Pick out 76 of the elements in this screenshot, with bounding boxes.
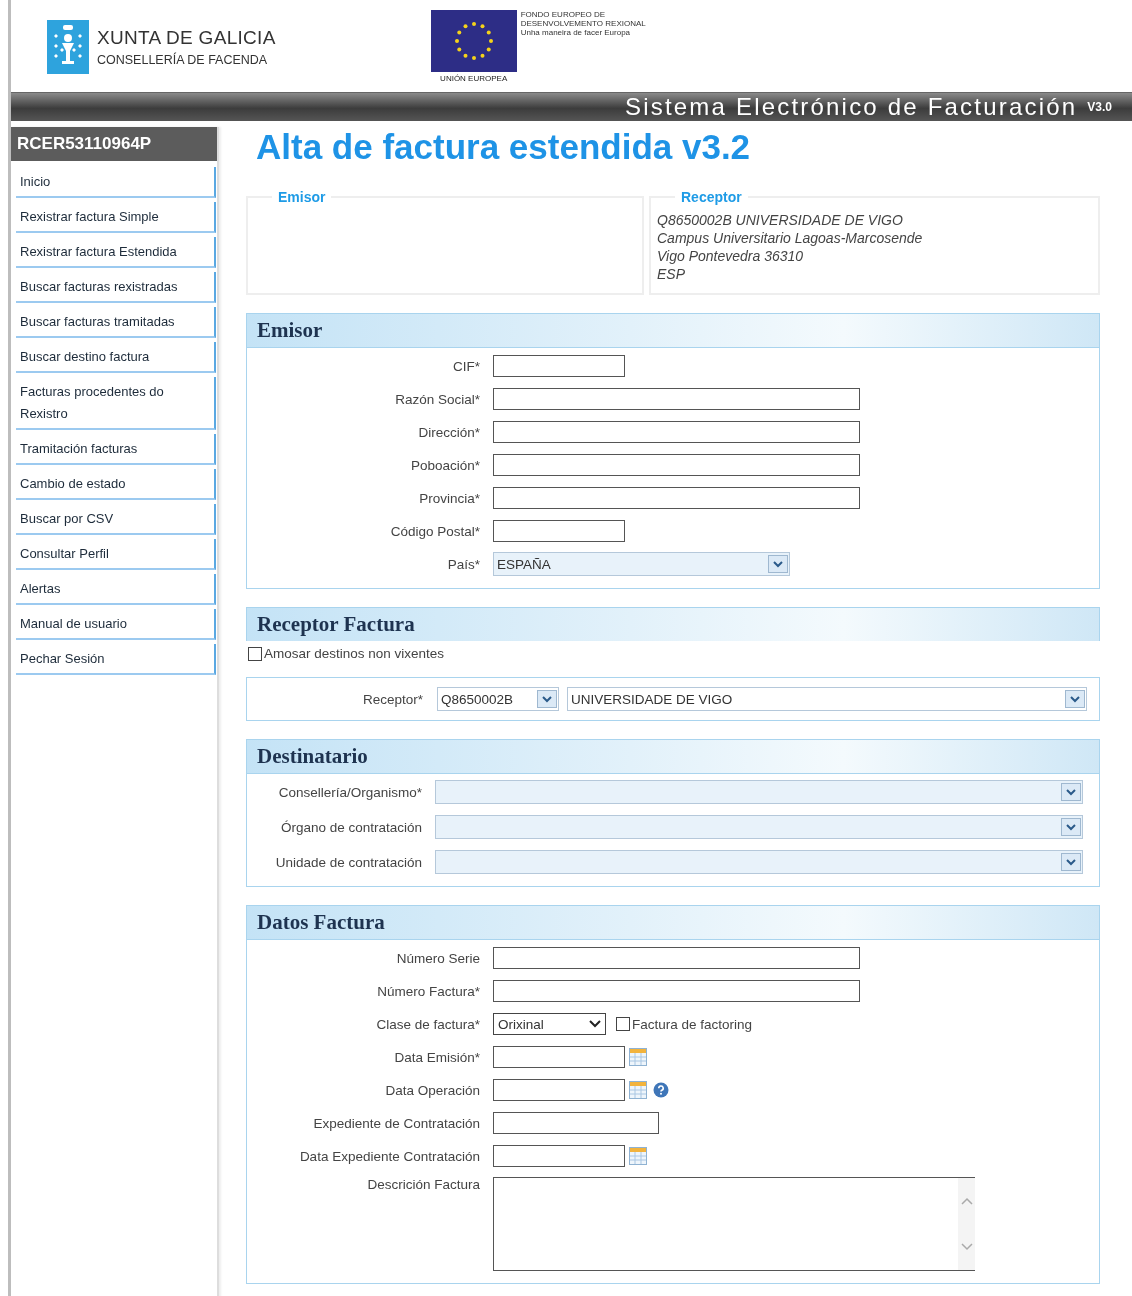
user-id-header: RCER53110964P (11, 127, 217, 161)
field-label: Dirección* (417, 424, 480, 440)
sidebar-item[interactable]: Inicio (16, 167, 216, 198)
panel-legend: Emisor (272, 189, 332, 205)
fund-text: FONDO EUROPEO DE (520, 10, 607, 19)
input-field[interactable] (493, 947, 860, 969)
field-label: CIF* (452, 358, 480, 374)
date-field[interactable] (493, 1079, 625, 1101)
page-title: Alta de factura estendida v3.2 (256, 127, 752, 167)
field-label: Clase de factura* (375, 1016, 480, 1032)
date-field[interactable] (493, 1145, 625, 1167)
receptor-select[interactable]: UNIVERSIDADE DE VIGO (567, 687, 1087, 711)
chevron-icon (589, 1020, 601, 1028)
checkbox[interactable] (248, 646, 262, 661)
address-line: Campus Universitario Lagoas-Marcosende (657, 229, 924, 247)
sidebar-item[interactable]: Facturas procedentes do Rexistro (16, 377, 216, 430)
department-name: CONSELLERÍA DE FACENDA (97, 53, 269, 67)
input-field[interactable] (493, 388, 860, 410)
fund-text: Unha maneira de facer Europa (520, 28, 632, 37)
logo-caption: UNIÓN EUROPEA (440, 74, 508, 83)
field-label: Consellería/Organismo* (277, 784, 422, 800)
input-field[interactable] (493, 454, 860, 476)
field-label: Órgano de contratación (279, 819, 422, 835)
sidebar-item[interactable]: Buscar facturas tramitadas (16, 307, 216, 338)
field-label: Descrición Factura (366, 1177, 480, 1192)
sidebar-item[interactable]: Alertas (16, 574, 216, 605)
sidebar-item[interactable]: Tramitación facturas (16, 434, 216, 465)
date-field[interactable] (493, 1046, 625, 1068)
field-label: Data Operación (384, 1082, 480, 1098)
input-field[interactable] (493, 355, 625, 377)
sidebar-item[interactable]: Buscar destino factura (16, 342, 216, 373)
field-label: País* (446, 556, 480, 572)
input-field[interactable] (493, 421, 860, 443)
organization-name: XUNTA DE GALICIA (97, 27, 276, 49)
fund-text: DESENVOLVEMENTO REXIONAL (520, 19, 646, 28)
sidebar-item[interactable]: Cambio de estado (16, 469, 216, 500)
checkbox[interactable] (616, 1017, 630, 1031)
input-field[interactable] (493, 1112, 659, 1134)
field-label: Provincia* (418, 490, 480, 506)
section-title: Receptor Factura (257, 612, 415, 637)
field-label: Data Emisión* (393, 1049, 480, 1065)
input-field[interactable] (493, 980, 860, 1002)
sidebar-item[interactable]: Manual de usuario (16, 609, 216, 640)
field-label: Código Postal* (389, 523, 480, 539)
section-title: Emisor (257, 318, 323, 343)
field-label: Unidade de contratación (274, 854, 422, 870)
sidebar-item[interactable]: Buscar facturas rexistradas (16, 272, 216, 303)
field-label: Data Expediente Contratación (298, 1148, 480, 1164)
input-field[interactable] (493, 520, 625, 542)
address-line: Q8650002B UNIVERSIDADE DE VIGO (657, 211, 904, 229)
help-icon[interactable] (653, 1082, 669, 1098)
checkbox-label: Factura de factoring (632, 1016, 753, 1032)
text-area[interactable] (493, 1177, 975, 1271)
system-title: Sistema Electrónico de Facturación (625, 93, 1078, 121)
field-label: Receptor* (361, 691, 423, 707)
section-title: Datos Factura (257, 910, 385, 935)
field-label: Razón Social* (394, 391, 480, 407)
sidebar-item[interactable]: Consultar Perfil (16, 539, 216, 570)
code-select[interactable]: Q8650002B (437, 687, 559, 711)
input-field[interactable] (493, 487, 860, 509)
sidebar-item[interactable]: Rexistrar factura Simple (16, 202, 216, 233)
address-line: Vigo Pontevedra 36310 (657, 247, 805, 265)
select-field[interactable]: Orixinal (493, 1013, 606, 1035)
checkbox-label: Amosar destinos non vixentes (264, 646, 445, 661)
sidebar-item[interactable]: Rexistrar factura Estendida (16, 237, 216, 268)
section-title: Destinatario (257, 744, 368, 769)
field-label: Expediente de Contratación (312, 1115, 480, 1131)
coat-of-arms-logo (47, 20, 89, 74)
version-label: V3.0 (1087, 100, 1112, 114)
sidebar-item[interactable]: Buscar por CSV (16, 504, 216, 535)
field-label: Número Serie (395, 950, 480, 966)
address-line: ESP (657, 265, 686, 283)
field-label: Número Factura* (376, 983, 480, 999)
field-label: Poboación* (409, 457, 480, 473)
sidebar-item[interactable]: Pechar Sesión (16, 644, 216, 675)
panel-legend: Receptor (675, 189, 748, 205)
